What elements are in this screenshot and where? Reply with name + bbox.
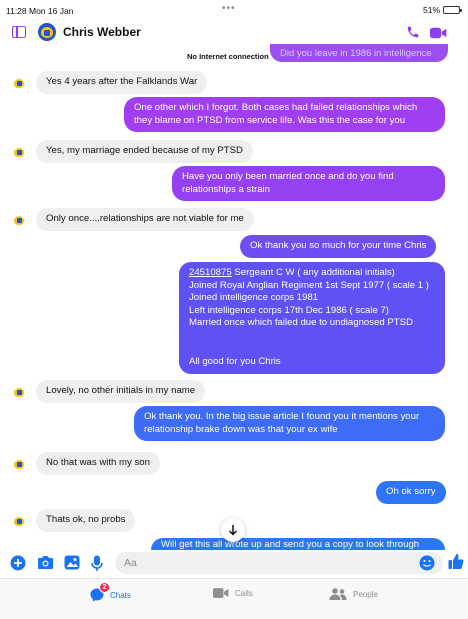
chat-bubble-icon: 2 [90, 582, 110, 602]
message-line: Left intelligence corps 17th Dec 1986 ( … [189, 304, 389, 316]
video-camera-icon[interactable] [430, 27, 447, 39]
message-composer: Aa [0, 550, 468, 576]
tab-label: People [353, 589, 378, 599]
unread-badge: 2 [99, 582, 110, 593]
incoming-message[interactable]: Yes, my marriage ended because of my PTS… [36, 140, 253, 163]
status-time: 11:28 Mon 16 Jan [6, 6, 74, 16]
outgoing-message[interactable]: Ok thank you so much for your time Chris [240, 235, 437, 258]
status-bar: 11:28 Mon 16 Jan ••• 51% [0, 0, 468, 20]
scroll-to-bottom-button[interactable] [221, 518, 245, 542]
battery-percent: 51% [422, 5, 440, 15]
tab-chats[interactable]: 2 Chats [90, 582, 131, 602]
video-icon [213, 588, 229, 598]
battery-status: 51% [422, 5, 462, 15]
incoming-message[interactable]: Yes 4 years after the Falklands War [36, 71, 208, 94]
message-input-placeholder: Aa [124, 557, 137, 569]
incoming-message[interactable]: No that was with my son [36, 452, 160, 475]
incoming-message[interactable]: Thats ok, no probs [36, 509, 136, 532]
message-line: Joined Royal Anglian Regiment 1st Sept 1… [189, 279, 429, 291]
incoming-message[interactable]: Only once....relationships are not viabl… [36, 208, 254, 231]
tab-people[interactable]: People [329, 588, 378, 600]
battery-icon [443, 6, 462, 14]
incoming-message[interactable]: Lovely, no other initials in my name [36, 380, 206, 403]
no-internet-label: No Internet connection [187, 52, 269, 61]
message-input[interactable]: Aa [115, 552, 443, 574]
contact-name[interactable]: Chris Webber [63, 25, 141, 39]
message-line: Married once which failed due to undiagn… [189, 317, 413, 329]
tab-calls[interactable]: Calls [213, 588, 253, 598]
tab-label: Chats [110, 590, 131, 600]
gallery-icon[interactable] [64, 555, 80, 570]
contact-avatar[interactable] [38, 23, 56, 41]
service-number-link[interactable]: 24510875 [189, 267, 232, 278]
outgoing-message[interactable]: Ok thank you. In the big issue article I… [134, 406, 445, 442]
camera-icon[interactable] [37, 555, 54, 570]
outgoing-message-details[interactable]: 24510875 Sergeant C W ( any additional i… [179, 262, 445, 374]
multitasking-dots[interactable]: ••• [222, 3, 236, 14]
connection-banner: Did you leave in 1986 in intelligence No… [0, 44, 468, 66]
thumbs-up-icon[interactable] [448, 553, 464, 570]
plus-icon[interactable] [10, 555, 26, 571]
message-text: Sergeant C W ( any additional initials) [231, 267, 395, 278]
emoji-icon[interactable] [419, 555, 435, 571]
bottom-tab-bar: 2 Chats Calls People [0, 578, 468, 619]
arrow-down-icon [228, 524, 238, 536]
message-line: All good for you Chris [189, 355, 281, 367]
message-line: 24510875 Sergeant C W ( any additional i… [189, 267, 435, 280]
tab-label: Calls [235, 588, 253, 598]
outgoing-message-partial[interactable]: Will get this all wrote up and send you … [151, 538, 445, 550]
outgoing-message[interactable]: One other which I forgot. Both cases had… [124, 97, 445, 133]
clipped-outgoing-message[interactable]: Did you leave in 1986 in intelligence [270, 44, 448, 62]
outgoing-message[interactable]: Have you only been married once and do y… [172, 166, 445, 202]
sidebar-toggle-icon[interactable] [12, 26, 26, 38]
message-line: Joined intelligence corps 1981 [189, 292, 319, 304]
phone-icon[interactable] [406, 25, 420, 39]
outgoing-message[interactable]: Oh ok sorry [376, 481, 446, 504]
people-icon [329, 588, 347, 600]
microphone-icon[interactable] [91, 555, 103, 571]
